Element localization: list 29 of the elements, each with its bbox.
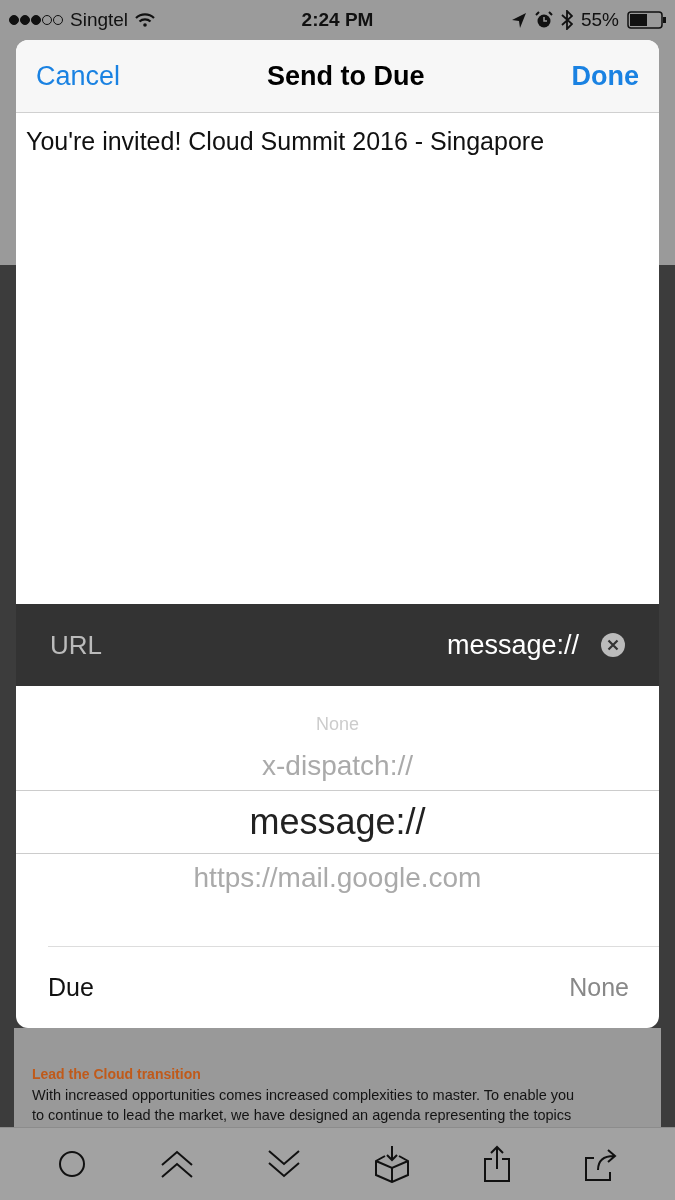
- task-text-field[interactable]: You're invited! Cloud Summit 2016 - Singapore: [16, 113, 659, 604]
- url-value: message://: [446, 629, 579, 661]
- clock-time: 2:24 PM: [301, 9, 374, 31]
- body-text-line: With increased opportunities comes increased complexities to master. To enable you: [32, 1086, 576, 1105]
- due-value: None: [569, 973, 629, 1002]
- share-button[interactable]: [483, 1145, 512, 1183]
- box-download-button[interactable]: [374, 1145, 411, 1183]
- sheet-title: Send to Due: [267, 60, 425, 92]
- battery-percent: 55%: [580, 9, 619, 31]
- alarm-clock-icon: [534, 11, 553, 29]
- url-row[interactable]: URL message://: [16, 604, 659, 686]
- battery-icon: [627, 11, 667, 29]
- double-up-button[interactable]: [159, 1149, 194, 1179]
- forward-button[interactable]: [584, 1146, 619, 1182]
- wifi-icon: [134, 12, 157, 28]
- carrier-name: Singtel: [70, 9, 129, 31]
- due-label: Due: [48, 973, 94, 1002]
- picker-option[interactable]: message://: [16, 790, 659, 854]
- done-button[interactable]: Done: [571, 60, 639, 92]
- bluetooth-icon: [560, 10, 573, 30]
- body-text-line: to continue to lead the market, we have designed an agenda representing the topics: [32, 1106, 573, 1125]
- url-label: URL: [50, 629, 103, 661]
- circle-button[interactable]: [56, 1149, 87, 1179]
- double-down-button[interactable]: [266, 1149, 301, 1179]
- cancel-button[interactable]: Cancel: [36, 60, 121, 92]
- clear-icon[interactable]: [601, 633, 625, 657]
- location-arrow-icon: [510, 12, 527, 28]
- section-heading: Lead the Cloud transition: [32, 1066, 202, 1082]
- signal-icon: [8, 14, 64, 26]
